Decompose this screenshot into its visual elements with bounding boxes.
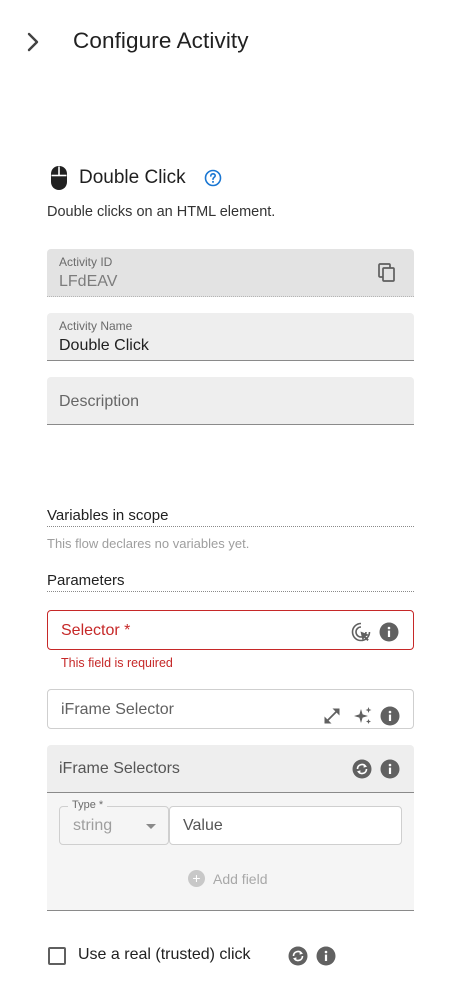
refresh-icon[interactable] [352,759,372,779]
parameters-section-title: Parameters [47,572,414,592]
trusted-click-checkbox[interactable] [48,947,66,965]
info-icon[interactable] [380,759,400,779]
activity-name-field[interactable]: Activity Name Double Click [47,313,414,361]
value-input[interactable]: Value [169,806,402,845]
iframe-selectors-list: Type * string Value + Add field [47,793,414,911]
refresh-icon[interactable] [288,946,308,966]
info-icon[interactable] [379,622,399,642]
selector-field[interactable]: Selector * [47,610,414,650]
activity-id-label: Activity ID [59,255,113,269]
chevron-right-icon[interactable] [24,31,42,53]
copy-icon[interactable] [378,263,396,283]
activity-id-value: LFdEAV [59,273,118,290]
help-icon[interactable] [204,169,222,187]
activity-name-value[interactable]: Double Click [59,337,149,355]
type-select[interactable]: Type * string [59,799,169,845]
expand-icon[interactable] [322,706,342,726]
variables-section-title: Variables in scope [47,507,414,527]
value-placeholder: Value [183,817,223,834]
page-title: Configure Activity [73,28,249,53]
iframe-selector-field[interactable]: iFrame Selector [47,689,414,729]
mouse-icon [51,166,67,190]
info-icon[interactable] [316,946,336,966]
iframe-selectors-label: iFrame Selectors [59,760,180,777]
type-label: Type * [68,799,108,811]
info-icon[interactable] [380,706,400,726]
selector-error-text: This field is required [61,656,173,670]
type-value: string [73,817,113,834]
add-field-button[interactable]: + Add field [188,870,267,887]
element-picker-icon[interactable] [351,622,371,642]
add-field-label: Add field [213,870,268,887]
description-field[interactable]: Description [47,377,414,425]
dropdown-caret-icon [146,824,156,829]
selector-label: Selector * [61,622,131,639]
trusted-click-label[interactable]: Use a real (trusted) click [78,946,251,964]
description-placeholder: Description [59,393,140,410]
iframe-selectors-header: iFrame Selectors [47,745,414,793]
variables-note: This flow declares no variables yet. [47,536,250,551]
activity-title: Double Click [79,167,186,188]
add-circle-icon: + [188,870,205,887]
activity-description: Double clicks on an HTML element. [47,204,276,220]
iframe-selector-label: iFrame Selector [61,701,174,718]
activity-id-field: Activity ID LFdEAV [47,249,414,297]
sparkle-icon[interactable] [353,706,373,726]
activity-name-label: Activity Name [59,319,133,333]
